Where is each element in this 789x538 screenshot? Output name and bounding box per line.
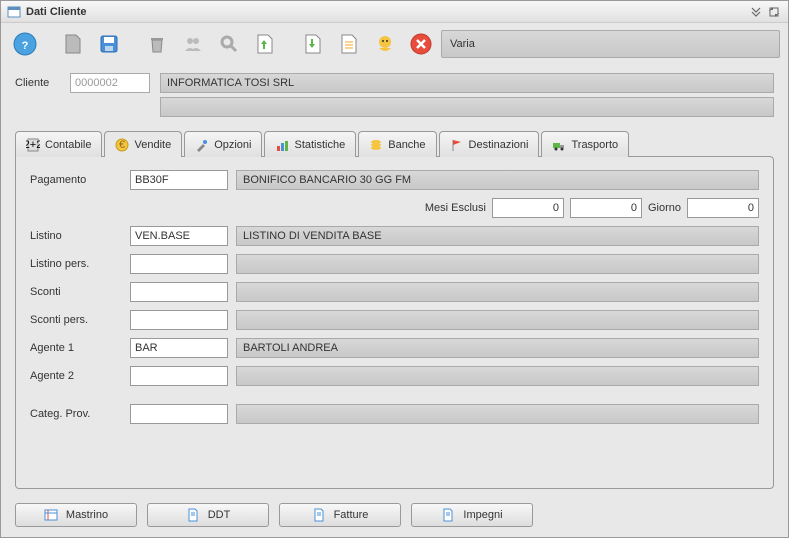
categ-prov-label: Categ. Prov. xyxy=(30,408,130,420)
categ-prov-desc xyxy=(236,404,759,424)
tab-destinazioni[interactable]: Destinazioni xyxy=(439,131,540,157)
tab-panel-vendite: Pagamento BONIFICO BANCARIO 30 GG FM Mes… xyxy=(15,156,774,489)
client-section: Cliente INFORMATICA TOSI SRL xyxy=(1,65,788,125)
svg-text:€: € xyxy=(119,139,125,151)
categ-prov-input[interactable] xyxy=(130,404,228,424)
sconti-desc xyxy=(236,282,759,302)
bottom-buttons: Mastrino DDT Fatture Impegni xyxy=(1,497,788,537)
listino-pers-input[interactable] xyxy=(130,254,228,274)
agente2-label: Agente 2 xyxy=(30,370,130,382)
calc-icon: 2+2 xyxy=(26,138,40,152)
maximize-button[interactable] xyxy=(766,4,782,20)
export-button[interactable] xyxy=(297,28,329,60)
tab-strip: 2+2 Contabile € Vendite Opzioni Statisti… xyxy=(15,131,774,157)
euro-icon: € xyxy=(115,138,129,152)
tabs-container: 2+2 Contabile € Vendite Opzioni Statisti… xyxy=(1,125,788,497)
import-button[interactable] xyxy=(249,28,281,60)
close-button[interactable] xyxy=(405,28,437,60)
sconti-pers-input[interactable] xyxy=(130,310,228,330)
ledger-icon xyxy=(44,508,58,522)
ddt-button[interactable]: DDT xyxy=(147,503,269,527)
pagamento-label: Pagamento xyxy=(30,174,130,186)
doc-icon xyxy=(186,508,200,522)
tab-contabile[interactable]: 2+2 Contabile xyxy=(15,131,102,157)
svg-text:2+2: 2+2 xyxy=(26,139,40,151)
titlebar: Dati Cliente xyxy=(1,1,788,23)
pagamento-input[interactable] xyxy=(130,170,228,190)
agente2-desc xyxy=(236,366,759,386)
bank-icon xyxy=(369,138,383,152)
mail-button[interactable] xyxy=(369,28,401,60)
listino-input[interactable] xyxy=(130,226,228,246)
document-button[interactable] xyxy=(333,28,365,60)
sconti-input[interactable] xyxy=(130,282,228,302)
fatture-button[interactable]: Fatture xyxy=(279,503,401,527)
listino-label: Listino xyxy=(30,230,130,242)
svg-text:?: ? xyxy=(22,40,29,52)
client-name-field: INFORMATICA TOSI SRL xyxy=(160,73,774,93)
client-label: Cliente xyxy=(15,73,60,89)
listino-pers-label: Listino pers. xyxy=(30,258,130,270)
pagamento-desc: BONIFICO BANCARIO 30 GG FM xyxy=(236,170,759,190)
delete-button[interactable] xyxy=(141,28,173,60)
window-icon xyxy=(7,5,21,19)
impegni-button[interactable]: Impegni xyxy=(411,503,533,527)
status-field: Varia xyxy=(441,30,780,58)
listino-pers-desc xyxy=(236,254,759,274)
toolbar: ? xyxy=(1,23,788,65)
tab-banche[interactable]: Banche xyxy=(358,131,436,157)
mesi-esclusi-label: Mesi Esclusi xyxy=(425,202,486,214)
sconti-label: Sconti xyxy=(30,286,130,298)
mesi-esclusi-2-input[interactable] xyxy=(570,198,642,218)
agente1-label: Agente 1 xyxy=(30,342,130,354)
mesi-esclusi-1-input[interactable] xyxy=(492,198,564,218)
search-button[interactable] xyxy=(213,28,245,60)
save-button[interactable] xyxy=(93,28,125,60)
window-title: Dati Cliente xyxy=(26,6,746,18)
giorno-input[interactable] xyxy=(687,198,759,218)
tab-opzioni[interactable]: Opzioni xyxy=(184,131,262,157)
mastrino-button[interactable]: Mastrino xyxy=(15,503,137,527)
giorno-label: Giorno xyxy=(648,202,681,214)
truck-icon xyxy=(552,138,566,152)
status-text: Varia xyxy=(450,38,475,50)
chart-icon xyxy=(275,138,289,152)
commitments-icon xyxy=(441,508,455,522)
invoice-icon xyxy=(312,508,326,522)
sconti-pers-label: Sconti pers. xyxy=(30,314,130,326)
agente2-input[interactable] xyxy=(130,366,228,386)
flag-icon xyxy=(450,138,464,152)
listino-desc: LISTINO DI VENDITA BASE xyxy=(236,226,759,246)
new-button[interactable] xyxy=(57,28,89,60)
agente1-desc: BARTOLI ANDREA xyxy=(236,338,759,358)
tab-trasporto[interactable]: Trasporto xyxy=(541,131,629,157)
minimize-button[interactable] xyxy=(748,4,764,20)
client-code-input[interactable] xyxy=(70,73,150,93)
client-line2-field xyxy=(160,97,774,117)
sconti-pers-desc xyxy=(236,310,759,330)
tools-icon xyxy=(195,138,209,152)
tab-vendite[interactable]: € Vendite xyxy=(104,131,182,157)
tab-statistiche[interactable]: Statistiche xyxy=(264,131,356,157)
help-button[interactable]: ? xyxy=(9,28,41,60)
window: Dati Cliente ? xyxy=(0,0,789,538)
users-button[interactable] xyxy=(177,28,209,60)
agente1-input[interactable] xyxy=(130,338,228,358)
